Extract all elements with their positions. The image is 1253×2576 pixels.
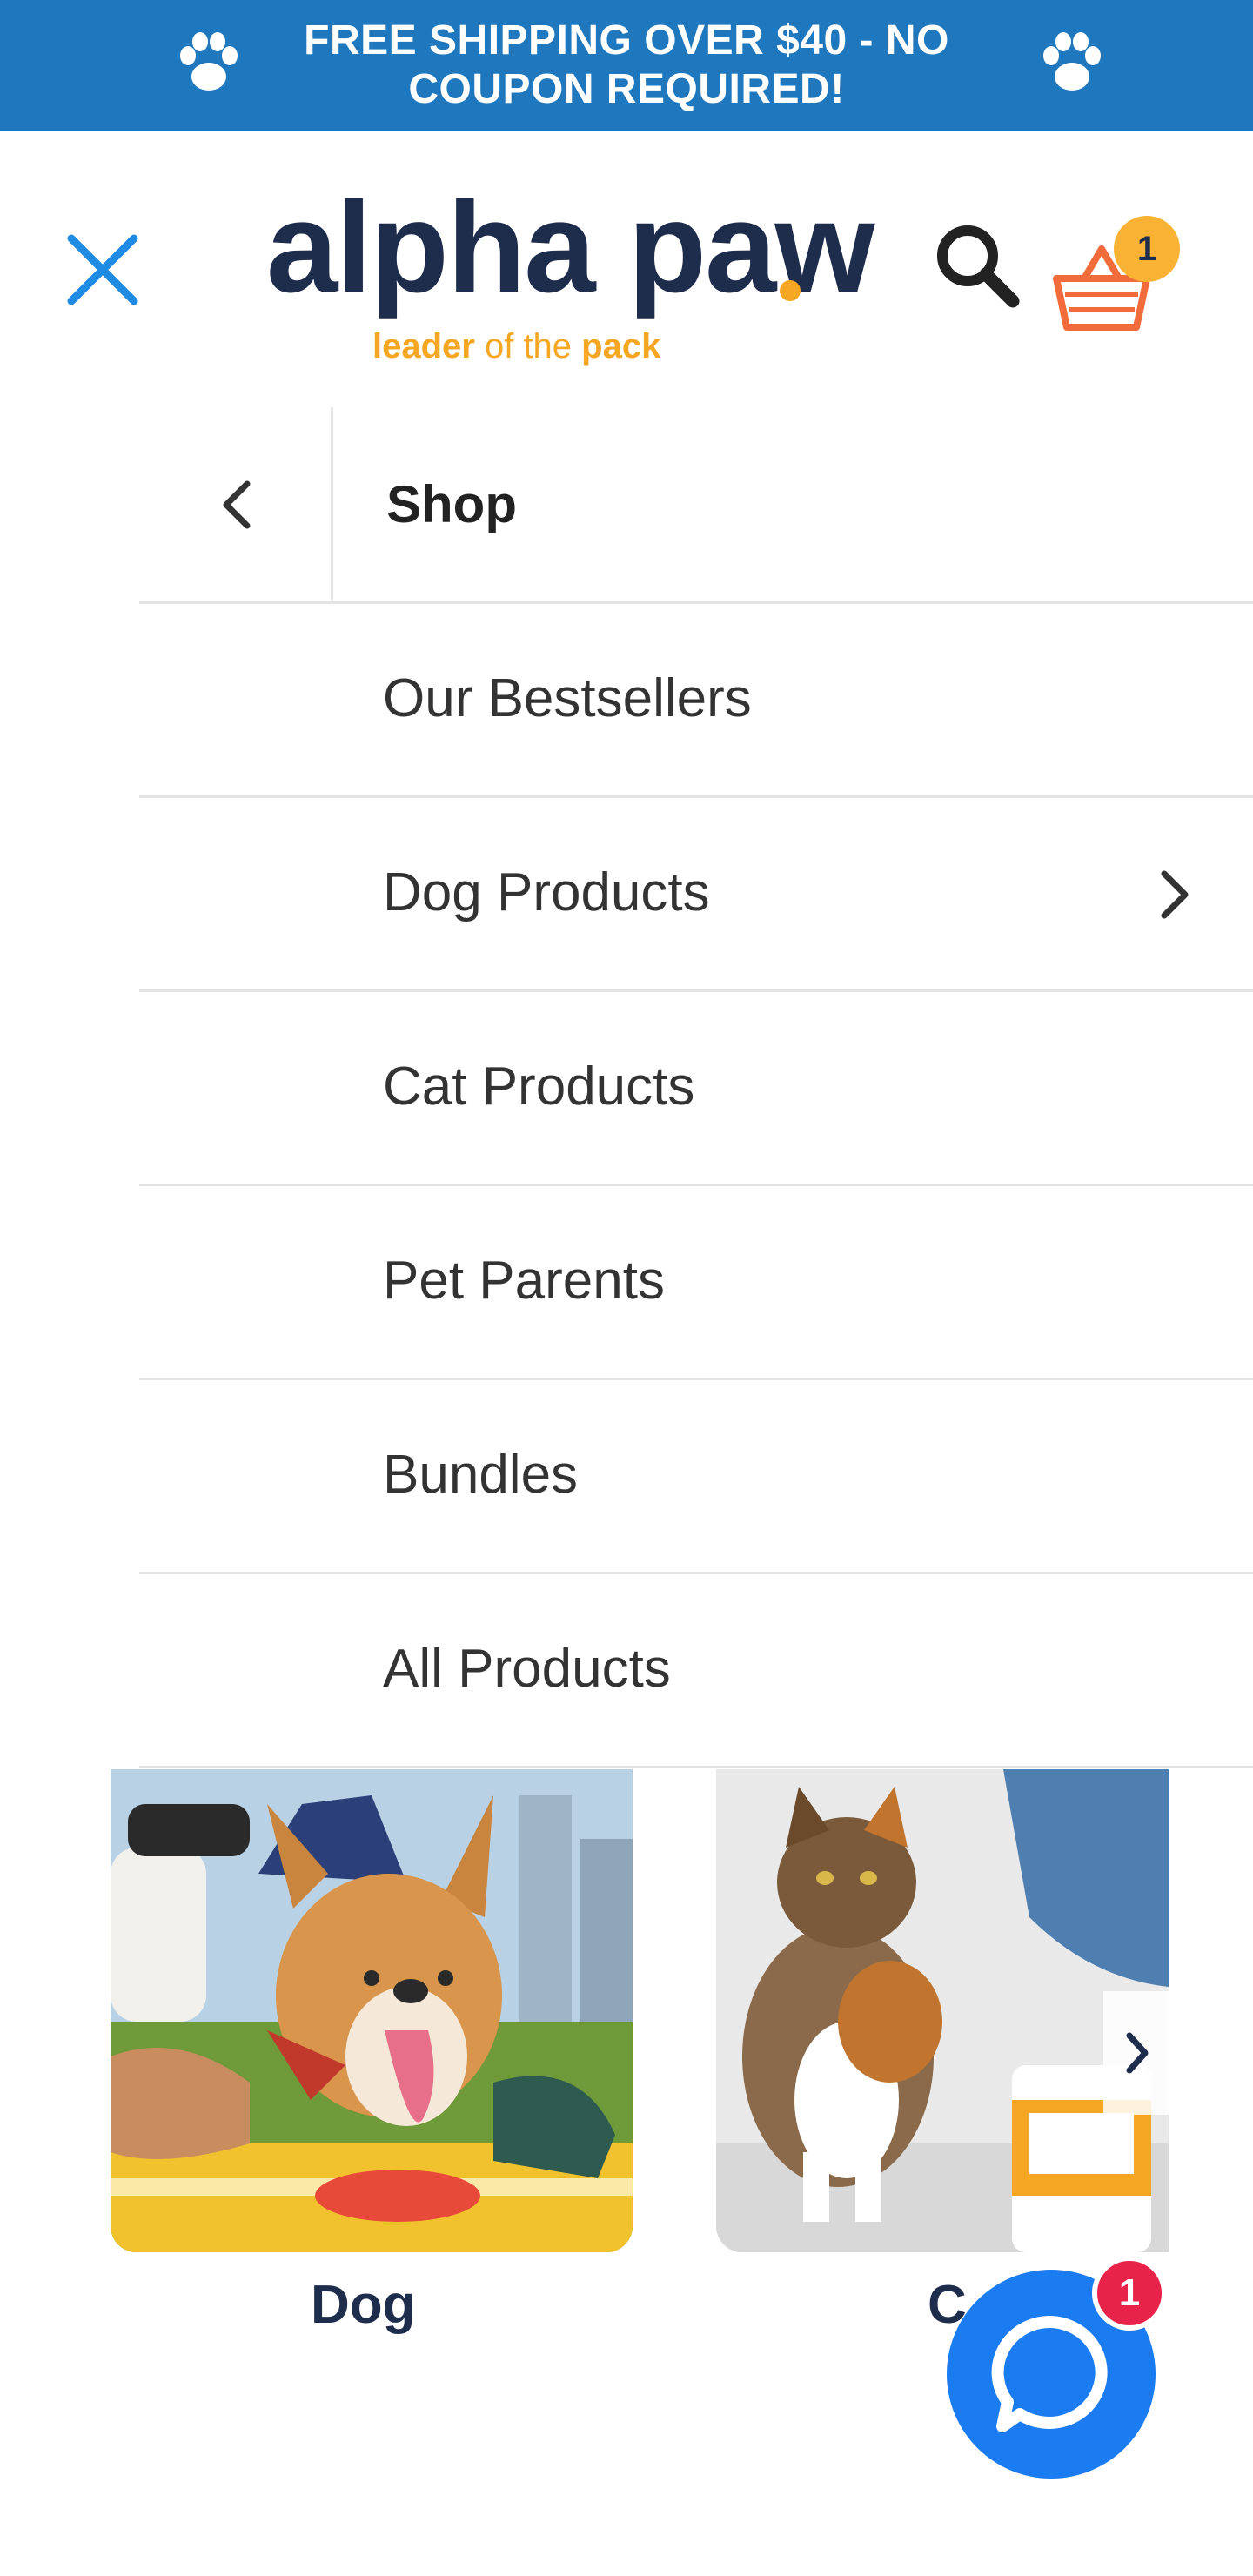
paw-icon	[180, 32, 238, 91]
cat-category-image[interactable]	[716, 1769, 1169, 2252]
chevron-right-icon	[1126, 2032, 1149, 2074]
category-label-dog[interactable]: Dog	[311, 2274, 416, 2336]
menu-header: Shop	[139, 407, 1253, 604]
menu-item-label: Pet Parents	[383, 1251, 665, 1311]
brand-dot	[780, 280, 801, 301]
menu-item-dog-products[interactable]: Dog Products	[139, 795, 1253, 992]
brand-logo[interactable]: alpha paw leader of the pack	[261, 174, 875, 366]
chat-bubble-icon	[991, 2315, 1108, 2432]
shop-menu: Shop Our Bestsellers Dog Products Cat Pr…	[0, 407, 1253, 1769]
site-header: alpha paw leader of the pack 1	[0, 131, 1253, 410]
chevron-right-icon	[1161, 870, 1189, 919]
announcement-text: FREE SHIPPING OVER $40 - NO COUPON REQUI…	[304, 17, 949, 112]
menu-item-label: All Products	[383, 1639, 671, 1699]
carousel-next-button[interactable]	[1103, 1991, 1169, 2115]
menu-item-bundles[interactable]: Bundles	[139, 1378, 1253, 1574]
menu-item-label: Dog Products	[383, 862, 710, 922]
menu-item-all-products[interactable]: All Products	[139, 1572, 1253, 1768]
back-button[interactable]	[139, 407, 333, 601]
chat-notification-badge: 1	[1092, 2256, 1167, 2331]
close-icon[interactable]	[61, 228, 144, 312]
announcement-bar: FREE SHIPPING OVER $40 - NO COUPON REQUI…	[0, 0, 1253, 131]
brand-tagline: leader of the pack	[372, 327, 661, 366]
menu-item-label: Bundles	[383, 1445, 579, 1505]
dog-photo	[111, 1769, 633, 2252]
cart-count-badge: 1	[1114, 216, 1180, 282]
search-icon[interactable]	[929, 218, 1025, 313]
menu-title: Shop	[386, 475, 517, 533]
menu-item-label: Cat Products	[383, 1057, 695, 1117]
menu-item-label: Our Bestsellers	[383, 668, 752, 728]
menu-item-our-bestsellers[interactable]: Our Bestsellers	[139, 601, 1253, 798]
cat-photo	[716, 1769, 1169, 2252]
brand-name: alpha paw	[266, 176, 875, 319]
chevron-left-icon	[223, 480, 251, 529]
menu-item-cat-products[interactable]: Cat Products	[139, 989, 1253, 1186]
cart-button[interactable]: 1	[1049, 216, 1180, 331]
dog-category-image[interactable]	[111, 1769, 633, 2252]
menu-item-pet-parents[interactable]: Pet Parents	[139, 1184, 1253, 1380]
paw-icon	[1043, 32, 1101, 91]
